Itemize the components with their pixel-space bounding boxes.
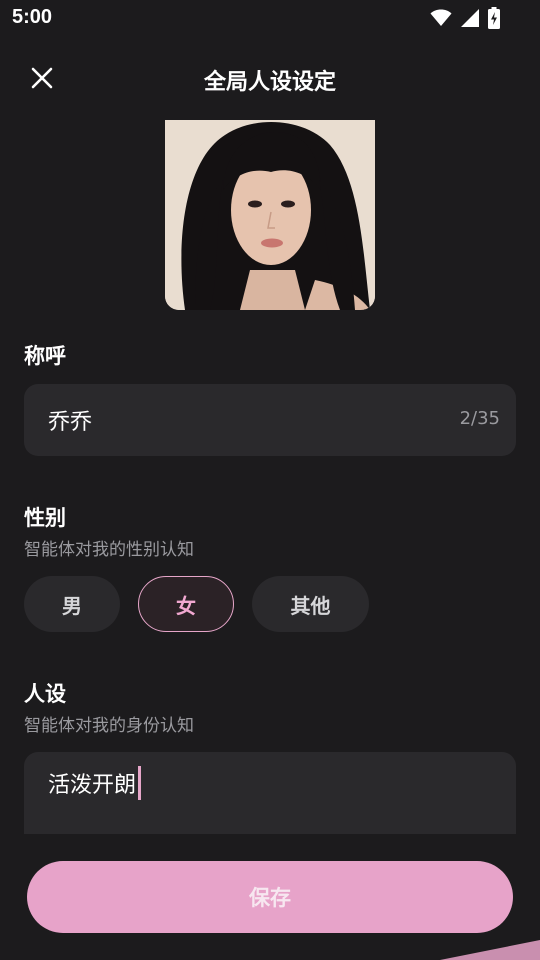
gender-option-other[interactable]: 其他 [252, 576, 369, 632]
wifi-icon [430, 9, 452, 31]
nickname-input[interactable]: 乔乔 2/35 [24, 384, 516, 456]
avatar[interactable] [165, 120, 375, 310]
persona-settings-screen: 5:00 全局人设设定 称呼 乔乔 2/35 性别 智能体对我的性别认知 男 女… [0, 0, 540, 960]
persona-value-wrap: 活泼开朗 [48, 766, 142, 800]
persona-subtitle: 智能体对我的身份认知 [24, 716, 194, 736]
gender-subtitle: 智能体对我的性别认知 [24, 540, 194, 560]
persona-value: 活泼开朗 [48, 773, 137, 798]
gender-label: 性别 [24, 506, 66, 530]
nickname-value: 乔乔 [48, 410, 93, 435]
status-icons [430, 7, 500, 33]
status-time: 5:00 [12, 6, 53, 28]
header: 全局人设设定 [0, 52, 540, 108]
nickname-label: 称呼 [24, 344, 66, 368]
persona-label: 人设 [24, 682, 66, 706]
gender-option-male[interactable]: 男 [24, 576, 120, 632]
gender-option-female[interactable]: 女 [138, 576, 234, 632]
status-bar: 5:00 [0, 0, 540, 38]
nickname-char-counter: 2/35 [459, 408, 500, 429]
cellular-signal-icon [460, 8, 480, 32]
persona-input[interactable]: 活泼开朗 [24, 752, 516, 834]
corner-decoration [440, 940, 540, 960]
battery-charging-icon [488, 7, 500, 33]
avatar-photo [165, 120, 375, 310]
page-title: 全局人设设定 [203, 70, 336, 95]
text-cursor [138, 766, 142, 800]
